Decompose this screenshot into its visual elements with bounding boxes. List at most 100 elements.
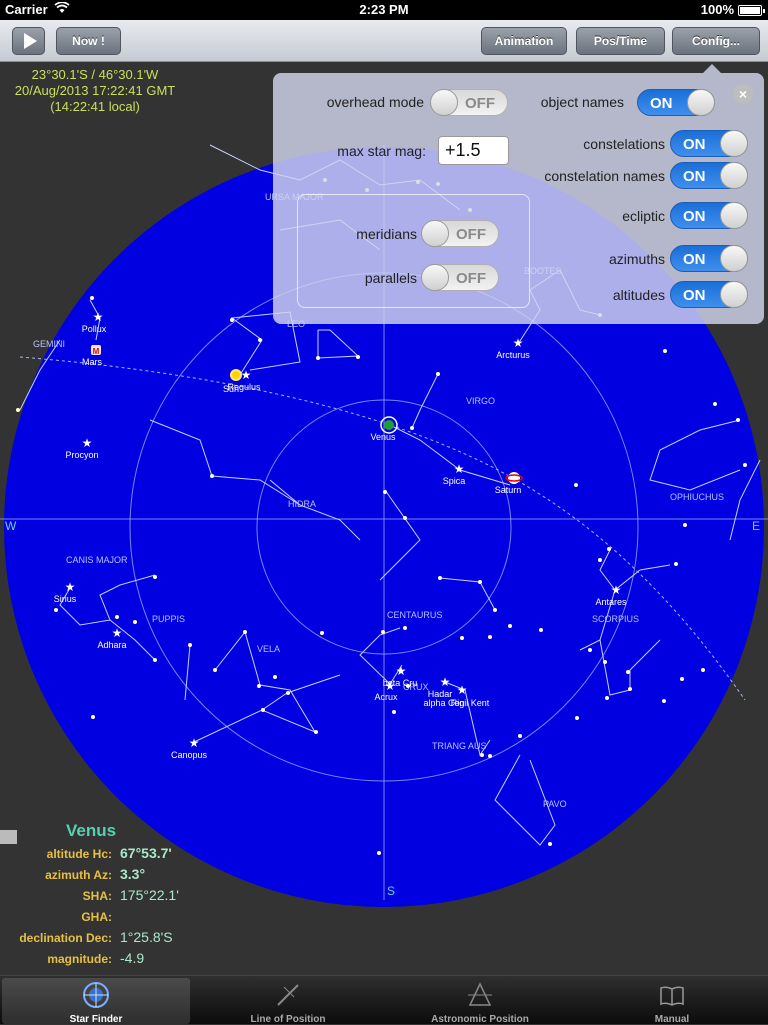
- svg-text:CENTAURUS: CENTAURUS: [387, 610, 442, 620]
- constelations-toggle[interactable]: ON: [670, 130, 748, 157]
- overhead-mode-label: overhead mode: [326, 94, 424, 110]
- star-label: Sirius: [54, 594, 77, 604]
- star-icon: ★: [457, 683, 468, 697]
- info-value: 67°53.7': [120, 845, 172, 861]
- play-button[interactable]: [12, 27, 45, 55]
- parallels-toggle[interactable]: OFF: [421, 264, 499, 291]
- star-icon: ★: [396, 664, 407, 678]
- info-label: declination Dec:: [19, 931, 112, 945]
- ecliptic-label: ecliptic: [622, 208, 665, 224]
- tab-astronomic-position[interactable]: Astronomic Position: [386, 978, 574, 1025]
- star-icon: ★: [241, 368, 252, 382]
- constelation-names-label: constelation names: [544, 168, 665, 184]
- svg-text:SCORPIUS: SCORPIUS: [592, 614, 639, 624]
- star-label: beta Cru: [383, 678, 418, 688]
- tab-label: Astronomic Position: [431, 1014, 529, 1025]
- constelation-names-toggle[interactable]: ON: [670, 162, 748, 189]
- info-label: altitude Hc:: [46, 847, 112, 861]
- info-row: magnitude: -4.9: [0, 949, 230, 969]
- close-icon[interactable]: ×: [733, 84, 753, 104]
- svg-text:TRIANG AUS: TRIANG AUS: [432, 741, 487, 751]
- info-value: -4.9: [120, 950, 145, 966]
- gmt-datetime: 20/Aug/2013 17:22:41 GMT: [14, 83, 176, 98]
- star-icon: ★: [82, 436, 93, 450]
- star-icon: ★: [65, 580, 76, 594]
- planet-label: Sun: [223, 384, 239, 394]
- panel-handle[interactable]: [0, 830, 17, 844]
- astronomic-position-icon: [468, 982, 492, 1006]
- battery-icon: [738, 5, 765, 16]
- tab-label: Line of Position: [250, 1014, 326, 1025]
- azimuths-toggle[interactable]: ON: [670, 245, 748, 272]
- tab-manual[interactable]: Manual: [578, 978, 766, 1025]
- info-label: magnitude:: [47, 952, 112, 966]
- info-row: declination Dec: 1°25.8'S: [0, 928, 230, 948]
- clock: 2:23 PM: [359, 2, 409, 17]
- toolbar: Now ! Animation Pos/Time Config...: [0, 20, 768, 62]
- star-icon: ★: [112, 626, 123, 640]
- star-label: Arcturus: [496, 350, 530, 360]
- svg-text:VIRGO: VIRGO: [466, 396, 495, 406]
- pos-time-button[interactable]: Pos/Time: [576, 27, 665, 55]
- constelations-label: constelations: [583, 136, 665, 152]
- svg-text:OPHIUCHUS: OPHIUCHUS: [670, 492, 724, 502]
- planet-label: Mars: [82, 357, 102, 367]
- svg-text:PAVO: PAVO: [543, 799, 567, 809]
- animation-button[interactable]: Animation: [481, 27, 567, 55]
- star-finder-icon: [83, 982, 109, 1008]
- tab-label: Manual: [654, 1014, 690, 1025]
- object-names-toggle[interactable]: ON: [637, 89, 715, 116]
- meridians-label: meridians: [356, 226, 417, 242]
- south-label: S: [387, 884, 395, 898]
- altitudes-toggle[interactable]: ON: [670, 281, 748, 308]
- line-of-position-icon: [277, 984, 299, 1006]
- info-label: SHA:: [82, 889, 112, 903]
- star-label: Acrux: [374, 692, 398, 702]
- svg-text:VELA: VELA: [257, 644, 280, 654]
- star-icon: ★: [189, 736, 200, 750]
- grid-lines-group: [297, 194, 530, 308]
- info-value: 3.3°: [120, 866, 146, 882]
- parallels-label: parallels: [364, 270, 417, 286]
- star-icon: ★: [440, 675, 451, 689]
- star-icon: ★: [454, 462, 465, 476]
- sun-icon: [230, 369, 242, 381]
- star-icon: ★: [513, 336, 524, 350]
- config-button[interactable]: Config...: [672, 27, 760, 55]
- max-star-mag-input[interactable]: +1.5: [438, 136, 509, 165]
- info-label: GHA:: [81, 910, 112, 924]
- star-icon: ★: [93, 310, 104, 324]
- now-button[interactable]: Now !: [56, 27, 121, 55]
- star-label: Spica: [443, 476, 466, 486]
- tab-label: Star Finder: [69, 1014, 123, 1025]
- svg-text:M: M: [93, 347, 100, 356]
- meridians-toggle[interactable]: OFF: [421, 220, 499, 247]
- planet-label: Saturn: [495, 485, 522, 495]
- star-label: Pollux: [82, 324, 107, 334]
- object-names-label: object names: [540, 94, 624, 110]
- local-time: (14:22:41 local): [50, 99, 140, 114]
- info-label: azimuth Az:: [45, 868, 112, 882]
- info-row: SHA: 175°22.1': [0, 886, 230, 906]
- saturn-icon: [508, 472, 520, 484]
- max-star-mag-label: max star mag:: [337, 143, 426, 159]
- status-bar: Carrier 2:23 PM 100%: [0, 0, 768, 20]
- tab-bar: Star Finder Line of Position Astronomic …: [0, 975, 768, 1025]
- star-label: Rigil Kent: [451, 698, 490, 708]
- tab-star-finder[interactable]: Star Finder: [2, 978, 190, 1025]
- svg-text:PUPPIS: PUPPIS: [152, 614, 185, 624]
- azimuths-label: azimuths: [608, 251, 665, 267]
- star-label: Adhara: [97, 640, 126, 650]
- info-row: azimuth Az: 3.3°: [0, 865, 230, 885]
- ecliptic-toggle[interactable]: ON: [670, 202, 748, 229]
- svg-text:HIDRA: HIDRA: [288, 499, 316, 509]
- east-label: E: [752, 519, 760, 533]
- venus-icon: [384, 420, 394, 430]
- location-info: 23°30.1'S / 46°30.1'W 20/Aug/2013 17:22:…: [0, 67, 190, 115]
- info-row: GHA:: [0, 907, 230, 927]
- overhead-mode-toggle[interactable]: OFF: [430, 89, 508, 116]
- manual-book-icon: [660, 986, 684, 1006]
- battery-percent: 100%: [700, 2, 734, 17]
- tab-line-of-position[interactable]: Line of Position: [194, 978, 382, 1025]
- selected-object-name: Venus: [66, 821, 117, 840]
